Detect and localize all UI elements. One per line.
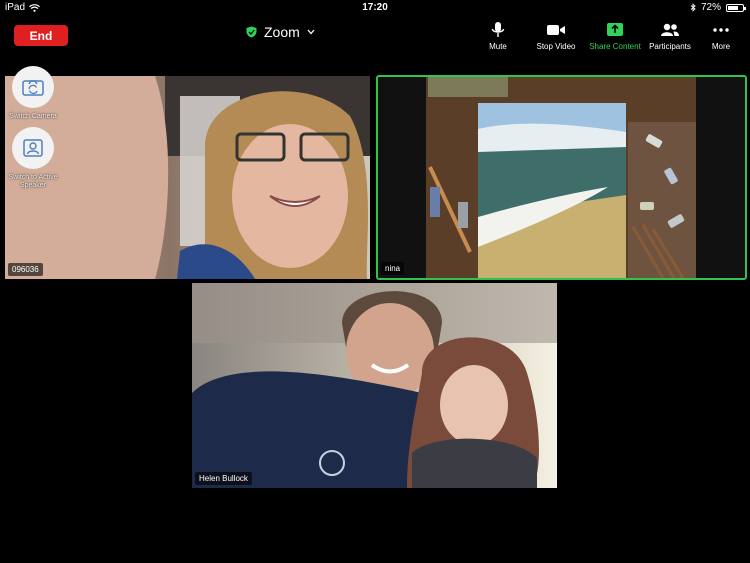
video-feed	[192, 283, 557, 488]
battery-icon	[726, 3, 746, 12]
meeting-title[interactable]: Zoom	[246, 24, 315, 40]
participant-name-tag: Helen Bullock	[195, 472, 252, 485]
video-tile-nina[interactable]: nina	[376, 75, 747, 280]
participants-label: Participants	[649, 42, 691, 51]
switch-speaker-label: Switch to Active Speaker	[8, 174, 58, 189]
more-label: More	[711, 42, 731, 51]
stop-video-button[interactable]: Stop Video	[526, 21, 586, 51]
stop-video-label: Stop Video	[536, 42, 576, 51]
shield-check-icon	[246, 26, 257, 38]
participant-name-tag: 096036	[8, 263, 43, 276]
meeting-toolbar: End Zoom Mute Stop Video Share Content P…	[0, 16, 750, 56]
mute-button[interactable]: Mute	[468, 21, 528, 51]
participants-icon	[661, 23, 679, 36]
active-speaker-icon	[23, 139, 43, 157]
meeting-title-text: Zoom	[264, 24, 300, 40]
end-meeting-button[interactable]: End	[14, 25, 68, 46]
share-content-label: Share Content	[589, 42, 641, 51]
switch-camera-button[interactable]	[12, 66, 54, 108]
video-tile-helen-bullock[interactable]: Helen Bullock	[192, 283, 557, 488]
microphone-icon	[491, 22, 505, 37]
clock: 17:20	[362, 2, 388, 13]
more-button[interactable]: More	[691, 21, 750, 51]
switch-camera-label: Switch Camera	[9, 113, 57, 120]
more-icon	[713, 28, 729, 32]
switch-camera-icon	[22, 80, 44, 96]
mute-label: Mute	[489, 42, 507, 51]
status-right: 72%	[690, 2, 746, 13]
switch-speaker-button[interactable]	[12, 127, 54, 169]
chevron-down-icon	[307, 29, 315, 35]
participant-name-tag: nina	[381, 262, 405, 275]
share-content-button[interactable]: Share Content	[585, 21, 645, 51]
battery-percent: 72%	[700, 2, 721, 13]
video-camera-icon	[547, 25, 565, 35]
status-bar: iPad 17:20 72%	[0, 0, 750, 16]
bluetooth-icon	[690, 3, 696, 12]
share-screen-icon	[607, 23, 623, 36]
video-feed	[378, 77, 745, 278]
